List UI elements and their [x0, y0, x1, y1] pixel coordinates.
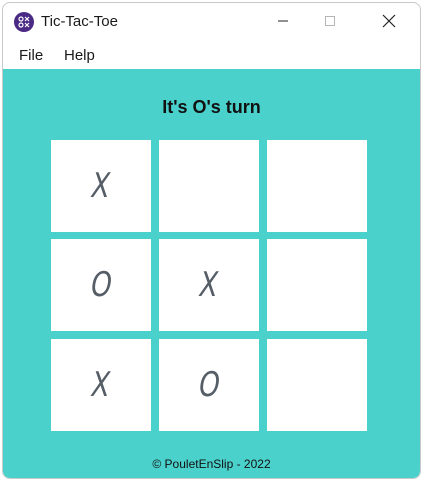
- cell-r2c3[interactable]: [267, 239, 367, 331]
- menu-help[interactable]: Help: [64, 47, 95, 64]
- cell-r2c2[interactable]: X: [159, 239, 259, 331]
- cell-r3c3[interactable]: [267, 339, 367, 431]
- cell-mark: O: [195, 365, 223, 405]
- cell-mark: X: [196, 265, 222, 305]
- cell-r1c3[interactable]: [267, 140, 367, 232]
- minimize-button[interactable]: [259, 3, 307, 39]
- cell-mark: X: [88, 365, 114, 405]
- cell-r2c1[interactable]: O: [51, 239, 151, 331]
- maximize-button[interactable]: [306, 3, 354, 39]
- window-title: Tic-Tac-Toe: [41, 13, 118, 30]
- app-window: Tic-Tac-Toe File Help It's O's turn X O …: [2, 2, 421, 479]
- minimize-icon: [278, 20, 288, 22]
- app-icon: [14, 12, 34, 32]
- cell-mark: X: [88, 166, 114, 206]
- turn-status: It's O's turn: [162, 97, 261, 117]
- copyright-footer: © PouletEnSlip - 2022: [152, 457, 271, 471]
- game-area: It's O's turn X O X X O © PouletEnSlip -…: [3, 69, 420, 478]
- close-button[interactable]: [365, 3, 413, 39]
- cell-mark: O: [87, 265, 115, 305]
- menu-file[interactable]: File: [19, 47, 43, 64]
- cell-r1c1[interactable]: X: [51, 140, 151, 232]
- menu-bar: File Help: [3, 43, 420, 69]
- cell-r1c2[interactable]: [159, 140, 259, 232]
- title-bar[interactable]: Tic-Tac-Toe: [3, 3, 420, 41]
- maximize-icon: [325, 16, 335, 26]
- cell-r3c2[interactable]: O: [159, 339, 259, 431]
- close-icon: [382, 14, 396, 28]
- cell-r3c1[interactable]: X: [51, 339, 151, 431]
